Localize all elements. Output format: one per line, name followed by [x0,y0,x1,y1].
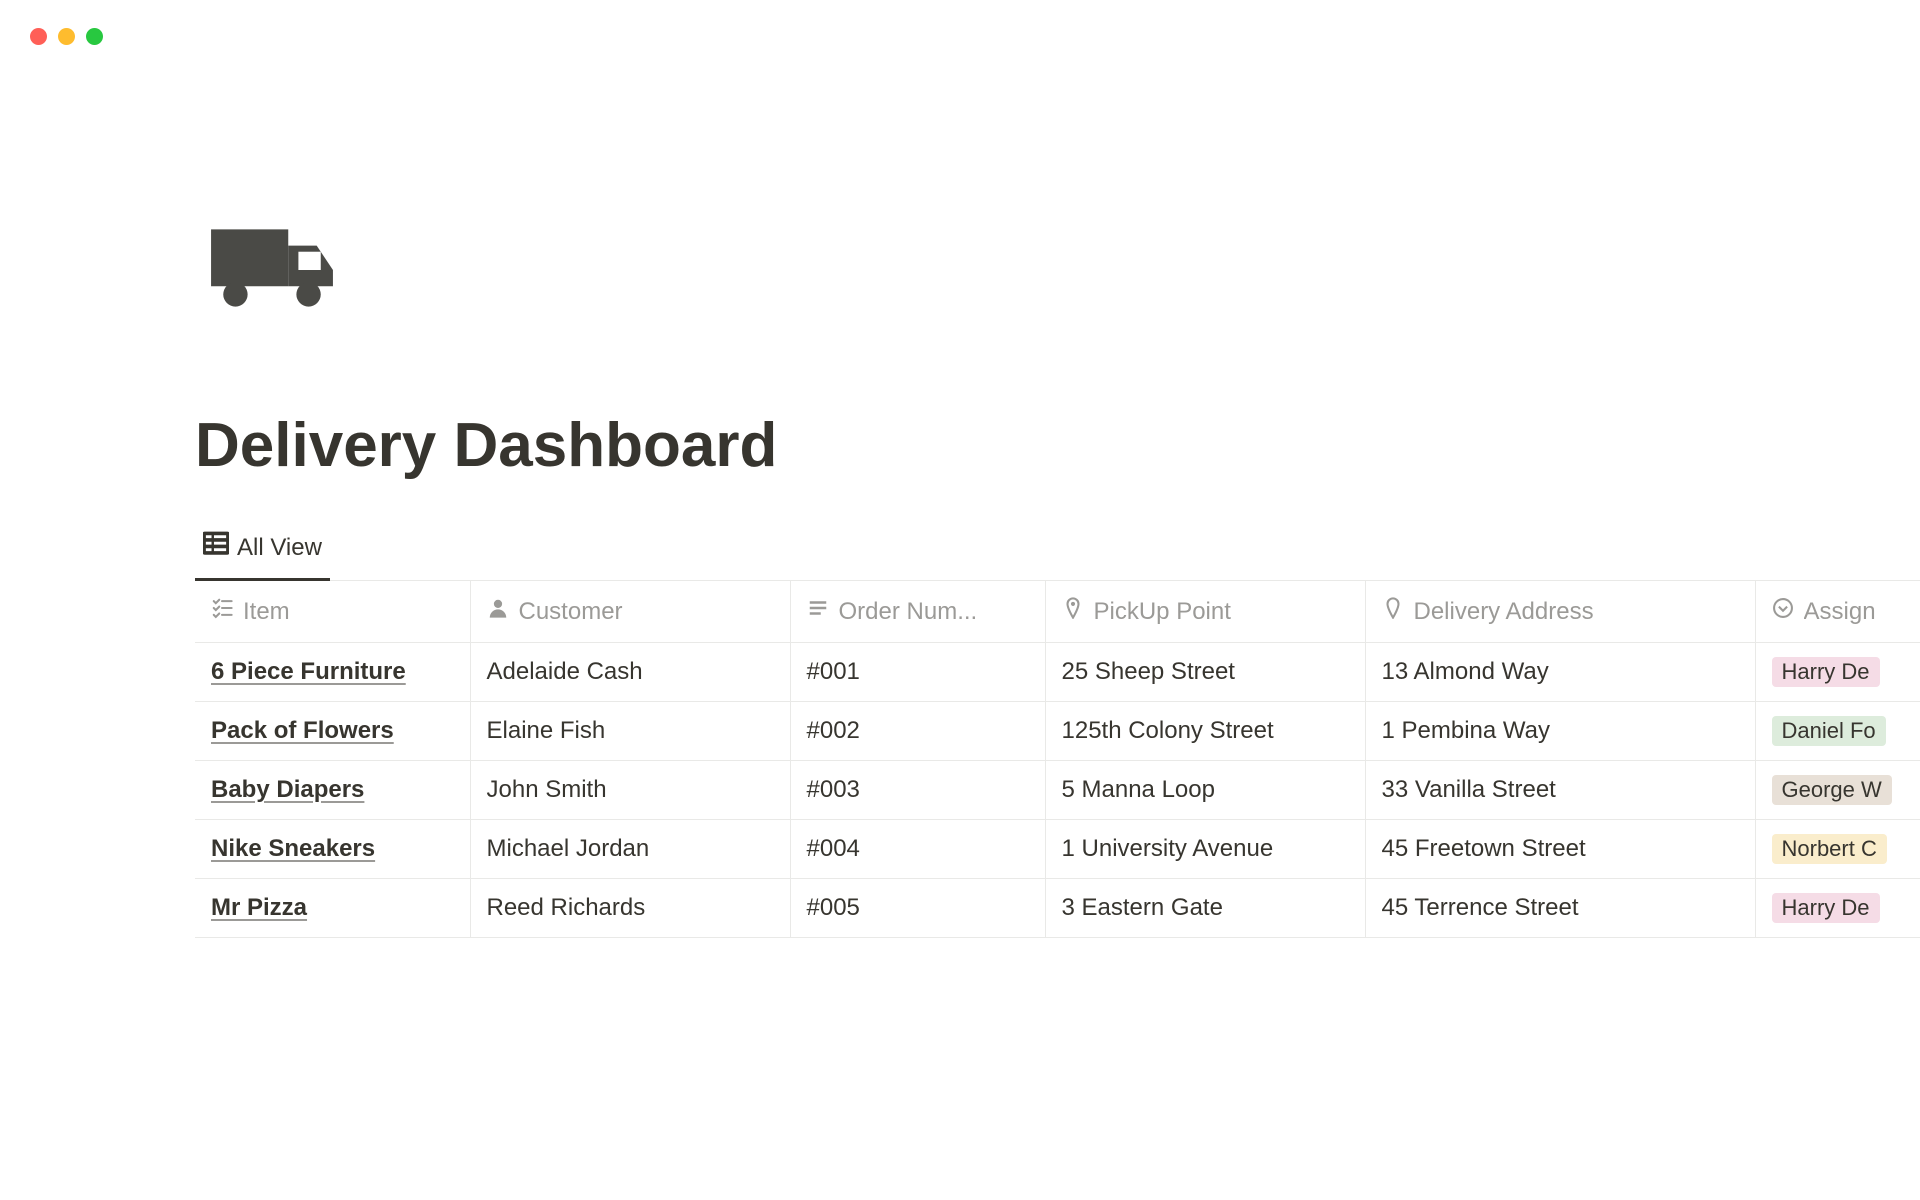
assignee-tag: Daniel Fo [1772,716,1886,746]
cell-customer[interactable]: Reed Richards [470,879,790,938]
cell-delivery[interactable]: 45 Freetown Street [1365,820,1755,879]
tab-all-view[interactable]: All View [195,521,330,581]
cell-item[interactable]: Pack of Flowers [195,702,470,761]
checklist-icon [211,597,233,626]
table-row[interactable]: Mr Pizza Reed Richards #005 3 Eastern Ga… [195,879,1920,938]
column-header-order-number[interactable]: Order Num... [790,581,1045,643]
cell-customer[interactable]: Adelaide Cash [470,643,790,702]
cell-pickup[interactable]: 1 University Avenue [1045,820,1365,879]
column-label: Customer [519,598,623,626]
cell-assigned[interactable]: Norbert C [1755,820,1920,879]
cell-item[interactable]: 6 Piece Furniture [195,643,470,702]
cell-pickup[interactable]: 5 Manna Loop [1045,761,1365,820]
location-pin-icon [1382,597,1404,626]
page-title: Delivery Dashboard [195,410,1920,481]
cell-assigned[interactable]: Harry De [1755,643,1920,702]
cell-order-number[interactable]: #004 [790,820,1045,879]
window-controls [30,28,103,45]
table-row[interactable]: Pack of Flowers Elaine Fish #002 125th C… [195,702,1920,761]
truck-icon [207,220,337,325]
cell-delivery[interactable]: 1 Pembina Way [1365,702,1755,761]
cell-assigned[interactable]: Harry De [1755,879,1920,938]
dropdown-circle-icon [1772,597,1794,626]
cell-pickup[interactable]: 25 Sheep Street [1045,643,1365,702]
column-label: Delivery Address [1414,598,1594,626]
minimize-window-button[interactable] [58,28,75,45]
column-header-assigned[interactable]: Assign [1755,581,1920,643]
cell-assigned[interactable]: Daniel Fo [1755,702,1920,761]
table-row[interactable]: 6 Piece Furniture Adelaide Cash #001 25 … [195,643,1920,702]
cell-delivery[interactable]: 13 Almond Way [1365,643,1755,702]
table-row[interactable]: Baby Diapers John Smith #003 5 Manna Loo… [195,761,1920,820]
cell-delivery[interactable]: 45 Terrence Street [1365,879,1755,938]
page-content: Delivery Dashboard All View Item [195,250,1920,938]
text-lines-icon [807,597,829,626]
table-icon [203,531,229,564]
cell-pickup[interactable]: 125th Colony Street [1045,702,1365,761]
cell-customer[interactable]: Elaine Fish [470,702,790,761]
person-icon [487,597,509,626]
cell-item[interactable]: Nike Sneakers [195,820,470,879]
table-row[interactable]: Nike Sneakers Michael Jordan #004 1 Univ… [195,820,1920,879]
assignee-tag: Harry De [1772,893,1880,923]
assignee-tag: George W [1772,775,1892,805]
column-header-item[interactable]: Item [195,581,470,643]
cell-item[interactable]: Baby Diapers [195,761,470,820]
cell-assigned[interactable]: George W [1755,761,1920,820]
cell-order-number[interactable]: #003 [790,761,1045,820]
pin-icon [1062,597,1084,626]
cell-item[interactable]: Mr Pizza [195,879,470,938]
maximize-window-button[interactable] [86,28,103,45]
column-label: Order Num... [839,598,978,626]
column-label: Item [243,598,290,626]
cell-order-number[interactable]: #002 [790,702,1045,761]
cell-delivery[interactable]: 33 Vanilla Street [1365,761,1755,820]
cell-order-number[interactable]: #005 [790,879,1045,938]
cell-pickup[interactable]: 3 Eastern Gate [1045,879,1365,938]
assignee-tag: Harry De [1772,657,1880,687]
table-body: 6 Piece Furniture Adelaide Cash #001 25 … [195,643,1920,938]
close-window-button[interactable] [30,28,47,45]
column-label: PickUp Point [1094,598,1231,626]
delivery-table: Item Customer [195,581,1920,938]
column-header-customer[interactable]: Customer [470,581,790,643]
cell-customer[interactable]: Michael Jordan [470,820,790,879]
view-tabs: All View [195,521,1920,581]
cell-order-number[interactable]: #001 [790,643,1045,702]
column-label: Assign [1804,598,1876,626]
assignee-tag: Norbert C [1772,834,1887,864]
table-header-row: Item Customer [195,581,1920,643]
column-header-pickup[interactable]: PickUp Point [1045,581,1365,643]
column-header-delivery[interactable]: Delivery Address [1365,581,1755,643]
cell-customer[interactable]: John Smith [470,761,790,820]
tab-label: All View [237,534,322,562]
